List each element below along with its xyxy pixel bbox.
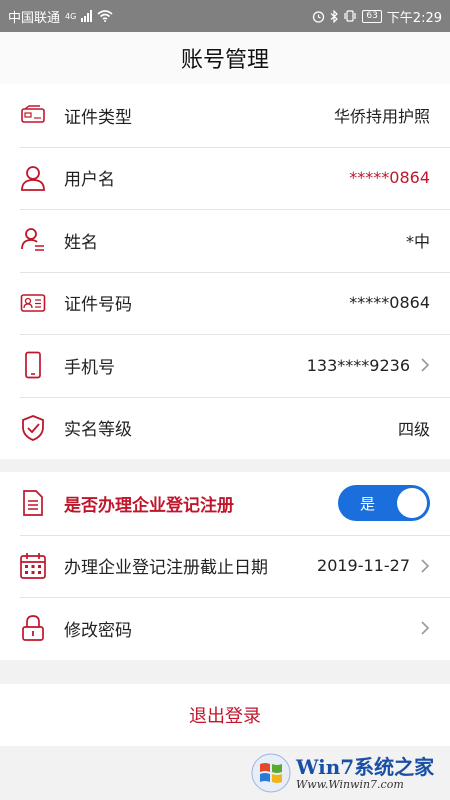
windows-logo-icon <box>251 753 291 793</box>
id-number-label: 证件号码 <box>64 295 132 316</box>
phone-value: 133****9236 <box>306 355 410 375</box>
registration-deadline-value: 2019-11-27 <box>317 556 410 576</box>
signal-icon <box>81 10 93 22</box>
row-username[interactable]: 用户名 *****0864 <box>0 146 450 210</box>
shield-check-icon <box>19 414 47 442</box>
toggle-label: 是 <box>360 495 376 514</box>
network-type-label: 4G <box>65 11 77 21</box>
phone-label: 手机号 <box>64 357 115 378</box>
chevron-right-icon <box>421 358 430 372</box>
vibrate-icon <box>344 10 356 22</box>
name-label: 姓名 <box>64 232 98 253</box>
alarm-icon <box>313 10 325 23</box>
page-title: 账号管理 <box>0 32 450 84</box>
row-enterprise-registration: 是否办理企业登记注册 是 <box>0 472 450 535</box>
toggle-knob <box>397 488 427 519</box>
name-value: *中 <box>405 232 430 252</box>
row-registration-deadline[interactable]: 办理企业登记注册截止日期 2019-11-27 <box>0 534 450 598</box>
lock-icon <box>19 614 47 642</box>
status-bar: 中国联通 4G 63 下午2:29 <box>0 0 450 32</box>
battery-level: 63 <box>362 9 382 23</box>
enterprise-registration-label: 是否办理企业登记注册 <box>64 495 234 516</box>
carrier-label: 中国联通 <box>8 10 61 26</box>
chevron-right-icon <box>421 559 430 573</box>
user-icon <box>19 164 47 192</box>
watermark-brand: Win7系统之家 <box>296 754 435 779</box>
calendar-icon <box>19 552 47 580</box>
verification-level-label: 实名等级 <box>64 420 132 441</box>
account-info-section: 证件类型 华侨持用护照 用户名 *****0864 姓名 *中 证件号码 ***… <box>0 84 450 459</box>
username-value: *****0864 <box>349 168 430 188</box>
user-name-icon <box>19 226 47 254</box>
row-phone[interactable]: 手机号 133****9236 <box>0 334 450 397</box>
id-number-value: *****0864 <box>349 293 430 313</box>
phone-icon <box>19 351 47 379</box>
id-type-value: 华侨持用护照 <box>333 107 430 127</box>
verification-level-value: 四级 <box>397 419 430 439</box>
row-name[interactable]: 姓名 *中 <box>0 209 450 272</box>
id-card-icon <box>19 101 47 129</box>
logout-button[interactable]: 退出登录 <box>0 684 450 746</box>
bluetooth-icon <box>330 9 339 23</box>
row-id-number[interactable]: 证件号码 *****0864 <box>0 271 450 335</box>
id-type-label: 证件类型 <box>64 107 132 128</box>
wifi-icon <box>97 10 113 22</box>
watermark: Win7系统之家 Www.Winwin7.com <box>250 750 446 796</box>
change-password-label: 修改密码 <box>64 620 132 641</box>
username-label: 用户名 <box>64 170 115 191</box>
enterprise-section: 是否办理企业登记注册 是 办理企业登记注册截止日期 2019-11-27 修改密… <box>0 472 450 660</box>
enterprise-registration-toggle[interactable]: 是 <box>338 485 430 522</box>
watermark-url: Www.Winwin7.com <box>296 777 404 791</box>
status-time: 下午2:29 <box>386 10 442 26</box>
registration-deadline-label: 办理企业登记注册截止日期 <box>64 558 268 579</box>
id-number-icon <box>19 289 47 317</box>
chevron-right-icon <box>421 621 430 635</box>
document-icon <box>19 489 47 517</box>
row-id-type[interactable]: 证件类型 华侨持用护照 <box>0 84 450 147</box>
row-verification-level[interactable]: 实名等级 四级 <box>0 396 450 460</box>
row-change-password[interactable]: 修改密码 <box>0 597 450 660</box>
